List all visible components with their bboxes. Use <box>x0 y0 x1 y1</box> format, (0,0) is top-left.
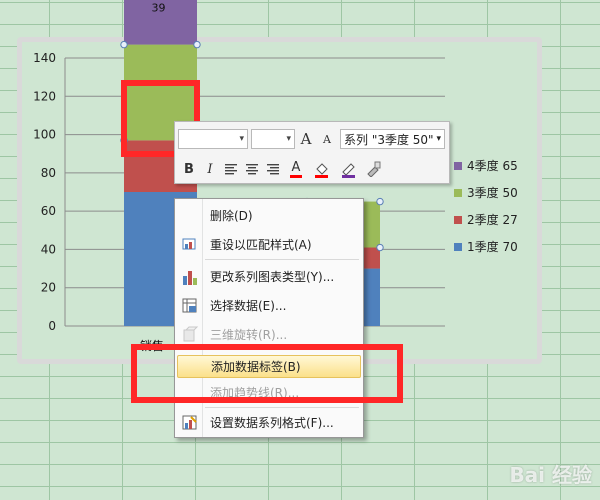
menu-item-change-chart-type[interactable]: 更改系列图表类型(Y)... <box>177 265 361 288</box>
selection-handle <box>376 197 384 206</box>
series-selector-text: 系列 "3季度 50" <box>344 132 434 147</box>
outline-color-button[interactable] <box>336 159 362 179</box>
legend-swatch-q4 <box>454 161 462 170</box>
y-tick-label: 60 <box>41 204 56 218</box>
selection-handle <box>193 40 201 49</box>
rotate-3d-icon <box>180 326 200 344</box>
legend-label-q1: 1季度 70 <box>467 240 518 254</box>
font-size-combo[interactable]: ▾ <box>251 129 295 149</box>
annotation-box-add-data-labels <box>131 344 403 403</box>
legend-swatch-q3 <box>454 188 462 197</box>
y-tick-label: 0 <box>48 319 56 333</box>
menu-item-change-chart-type-label: 更改系列图表类型(Y)... <box>210 270 335 284</box>
y-tick-label: 40 <box>41 242 56 256</box>
menu-item-delete-label: 删除(D) <box>210 209 253 223</box>
align-left-icon <box>225 164 237 175</box>
y-tick-label: 20 <box>41 281 56 295</box>
menu-item-format-series-label: 设置数据系列格式(F)... <box>210 416 334 430</box>
font-color-glyph: A <box>291 159 301 175</box>
data-label: 39 <box>152 1 166 14</box>
select-data-icon <box>180 297 200 315</box>
pen-outline-icon <box>342 163 355 178</box>
menu-item-reset-style[interactable]: 重设以匹配样式(A) <box>177 233 361 256</box>
paint-bucket-icon <box>315 163 328 178</box>
align-right-button[interactable] <box>263 159 283 179</box>
menu-item-format-series[interactable]: 设置数据系列格式(F)... <box>177 411 361 434</box>
align-center-icon <box>246 164 258 175</box>
menu-item-3d-rotation[interactable]: 三维旋转(R)... <box>177 323 361 346</box>
font-color-button[interactable]: A <box>284 159 308 179</box>
legend-item-q4[interactable]: 4季度 65 <box>454 152 518 179</box>
font-color-bar <box>290 174 302 178</box>
mini-toolbar: ▾ ▾ A A 系列 "3季度 50" ▾ B I A <box>174 121 450 184</box>
menu-item-reset-style-label: 重设以匹配样式(A) <box>210 238 312 252</box>
align-right-icon <box>267 164 279 175</box>
fill-color-button[interactable] <box>309 159 335 179</box>
shrink-font-button[interactable]: A <box>317 129 337 149</box>
chevron-down-icon: ▾ <box>436 134 441 144</box>
legend-label-q2: 2季度 27 <box>467 213 518 227</box>
selection-handle <box>376 243 384 252</box>
menu-item-select-data-label: 选择数据(E)... <box>210 299 287 313</box>
format-painter-button[interactable] <box>363 159 383 179</box>
legend-item-q2[interactable]: 2季度 27 <box>454 206 518 233</box>
y-tick-label: 80 <box>41 166 56 180</box>
legend-item-q1[interactable]: 1季度 70 <box>454 233 518 260</box>
grow-font-button[interactable]: A <box>296 129 316 149</box>
format-painter-icon <box>367 161 381 177</box>
align-center-button[interactable] <box>242 159 262 179</box>
menu-separator <box>205 407 359 408</box>
y-tick-label: 100 <box>33 128 56 142</box>
legend-label-q3: 3季度 50 <box>467 186 518 200</box>
chart-legend[interactable]: 4季度 65 3季度 50 2季度 27 1季度 70 <box>454 152 518 260</box>
menu-item-delete[interactable]: 删除(D) <box>177 204 361 227</box>
delete-icon <box>180 207 200 225</box>
menu-separator <box>205 259 359 260</box>
font-family-combo[interactable]: ▾ <box>178 129 248 149</box>
legend-swatch-q1 <box>454 242 462 251</box>
menu-item-3d-rotation-label: 三维旋转(R)... <box>210 328 288 342</box>
series-selector[interactable]: 系列 "3季度 50" ▾ <box>340 129 445 149</box>
menu-item-select-data[interactable]: 选择数据(E)... <box>177 294 361 317</box>
y-tick-label: 120 <box>33 89 56 103</box>
reset-style-icon <box>180 236 200 254</box>
watermark-logo: Bai 经验 <box>509 463 592 487</box>
format-series-icon <box>180 414 200 432</box>
selection-handle <box>120 40 128 49</box>
bar-chart-icon <box>180 268 200 286</box>
italic-button[interactable]: I <box>200 159 220 179</box>
y-tick-label: 140 <box>33 51 56 65</box>
legend-label-q4: 4季度 65 <box>467 159 518 173</box>
bold-button[interactable]: B <box>179 159 199 179</box>
legend-item-q3[interactable]: 3季度 50 <box>454 179 518 206</box>
legend-swatch-q2 <box>454 215 462 224</box>
align-left-button[interactable] <box>221 159 241 179</box>
